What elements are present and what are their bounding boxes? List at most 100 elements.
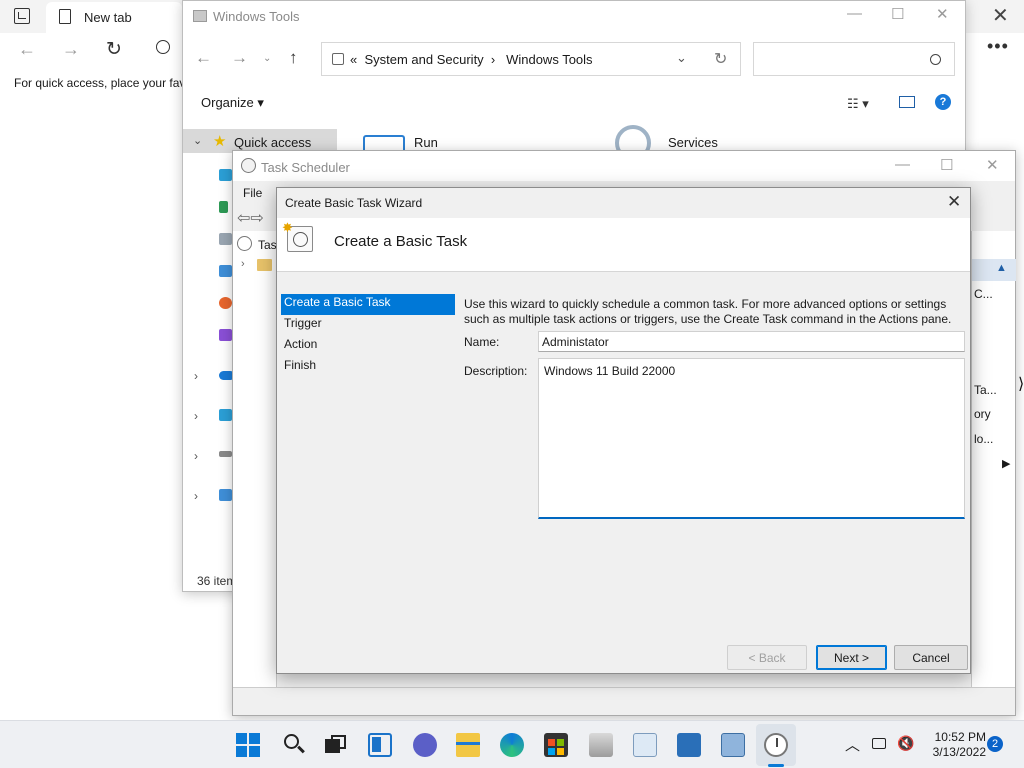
services-item-label[interactable]: Services [668,135,718,150]
performance-monitor-icon[interactable] [633,733,657,757]
chevron-right-icon[interactable]: › [194,449,198,463]
forward-arrow-icon[interactable]: → [62,39,80,60]
task-scheduler-titlebar: Task Scheduler — ☐ ✕ [233,151,1015,181]
chevron-down-icon[interactable]: ⌄ [676,50,687,66]
file-explorer-icon[interactable] [456,733,480,757]
wizard-heading: Create a Basic Task [334,233,468,250]
chevron-right-icon[interactable]: › [241,258,245,270]
volume-muted-icon[interactable]: 🔇 [897,735,914,752]
more-options-icon[interactable]: ••• [987,36,1009,57]
up-arrow-icon[interactable]: ↑ [289,48,298,68]
intro-line: such as multiple task actions or trigger… [464,312,952,326]
browser-tab[interactable]: New tab [46,2,182,33]
chevron-down-icon[interactable]: ⌄ [193,134,202,147]
address-bar[interactable]: « System and Security › Windows Tools ⌄ … [321,42,741,76]
videos-icon[interactable] [219,329,232,341]
chevron-right-icon[interactable]: › [194,369,198,383]
actions-pane: ▲ C... Ta... ory lo... ▶ [971,231,1016,687]
computer-management-icon[interactable] [721,733,745,757]
back-forward-icon[interactable]: ⇦⇨ [237,208,264,228]
close-icon[interactable]: ✕ [947,192,961,212]
task-scheduler-icon[interactable] [764,733,788,757]
browser-close-icon[interactable]: ✕ [992,3,1009,28]
preview-pane-icon[interactable] [899,96,915,108]
help-icon[interactable]: ? [935,94,951,110]
breadcrumb[interactable]: « System and Security › Windows Tools [350,52,593,67]
mouse-cursor-icon: ⟩ [1018,376,1024,393]
console-tree: Task › [233,231,283,687]
drive-icon[interactable] [219,451,232,457]
network-icon[interactable] [219,489,232,501]
tab-actions-icon[interactable] [14,8,30,24]
breadcrumb-item[interactable]: System and Security [364,52,483,67]
close-icon[interactable]: ✕ [936,5,949,23]
cancel-button[interactable]: Cancel [894,645,968,670]
search-icon [930,54,941,65]
forward-arrow-icon[interactable]: → [231,48,248,68]
date: 3/13/2022 [932,745,986,759]
network-icon[interactable] [872,738,886,749]
music-icon[interactable] [219,297,232,309]
favorites-hint: For quick access, place your fav [14,76,184,90]
minimize-icon[interactable]: — [895,156,910,173]
back-arrow-icon[interactable]: ← [195,48,212,68]
action-item[interactable]: C... [974,287,993,301]
chat-icon[interactable] [413,733,437,757]
documents-icon[interactable] [219,233,232,245]
close-icon[interactable]: ✕ [986,156,999,174]
view-options-icon[interactable]: ☷ ▾ [847,96,869,112]
back-button[interactable]: < Back [727,645,807,670]
reload-icon[interactable]: ↻ [106,38,122,61]
step-finish[interactable]: Finish [281,357,455,378]
widgets-icon[interactable] [368,733,392,757]
active-indicator [768,764,784,767]
search-icon[interactable] [282,733,306,757]
back-arrow-icon[interactable]: ← [18,39,36,60]
step-create-basic-task[interactable]: Create a Basic Task [281,294,455,315]
run-item-label[interactable]: Run [414,135,438,150]
wizard-intro: Use this wizard to quickly schedule a co… [464,297,964,327]
step-trigger[interactable]: Trigger [281,315,455,336]
search-icon[interactable] [156,40,170,54]
next-button[interactable]: Next > [816,645,887,670]
folder-icon[interactable] [257,259,272,271]
action-item[interactable]: ory [974,407,991,421]
description-label: Description: [464,364,528,378]
action-item[interactable]: lo... [974,432,993,446]
breadcrumb-item[interactable]: Windows Tools [506,52,592,67]
action-item[interactable]: Ta... [974,383,997,397]
task-view-icon[interactable] [323,733,347,757]
downloads-icon[interactable] [219,201,228,213]
chevron-right-icon[interactable]: › [194,489,198,503]
step-action[interactable]: Action [281,336,455,357]
recent-chevron-icon[interactable]: ⌄ [263,53,271,64]
search-input[interactable] [753,42,955,76]
start-icon[interactable] [236,733,260,757]
name-field[interactable] [538,331,965,352]
minimize-icon[interactable]: — [847,5,862,22]
clock[interactable]: 10:52 PM 3/13/2022 [926,730,986,760]
windows-tools-icon[interactable] [589,733,613,757]
desktop-icon[interactable] [219,169,232,181]
powershell-icon[interactable] [677,733,701,757]
refresh-icon[interactable]: ↻ [714,49,727,69]
this-pc-icon[interactable] [219,409,232,421]
pictures-icon[interactable] [219,265,232,277]
edge-icon[interactable] [500,733,524,757]
chevron-right-icon[interactable]: ▶ [1002,457,1010,470]
breadcrumb-overflow[interactable]: « [350,52,357,67]
explorer-title: Windows Tools [213,9,300,24]
chevron-right-icon[interactable]: › [194,409,198,423]
actions-header[interactable]: ▲ [972,259,1016,281]
collapse-icon[interactable]: ▲ [996,262,1007,274]
item-count: 36 item [197,574,237,588]
clock-icon [293,232,308,247]
description-field[interactable]: Windows 11 Build 22000 [538,358,965,519]
menu-file[interactable]: File [243,186,262,200]
notification-badge[interactable]: 2 [987,736,1003,752]
organize-button[interactable]: Organize ▾ [201,95,264,111]
maximize-icon[interactable]: ☐ [940,156,953,174]
maximize-icon[interactable]: ☐ [891,5,904,23]
chevron-up-icon[interactable]: ︿ [845,734,860,755]
store-icon[interactable] [544,733,568,757]
